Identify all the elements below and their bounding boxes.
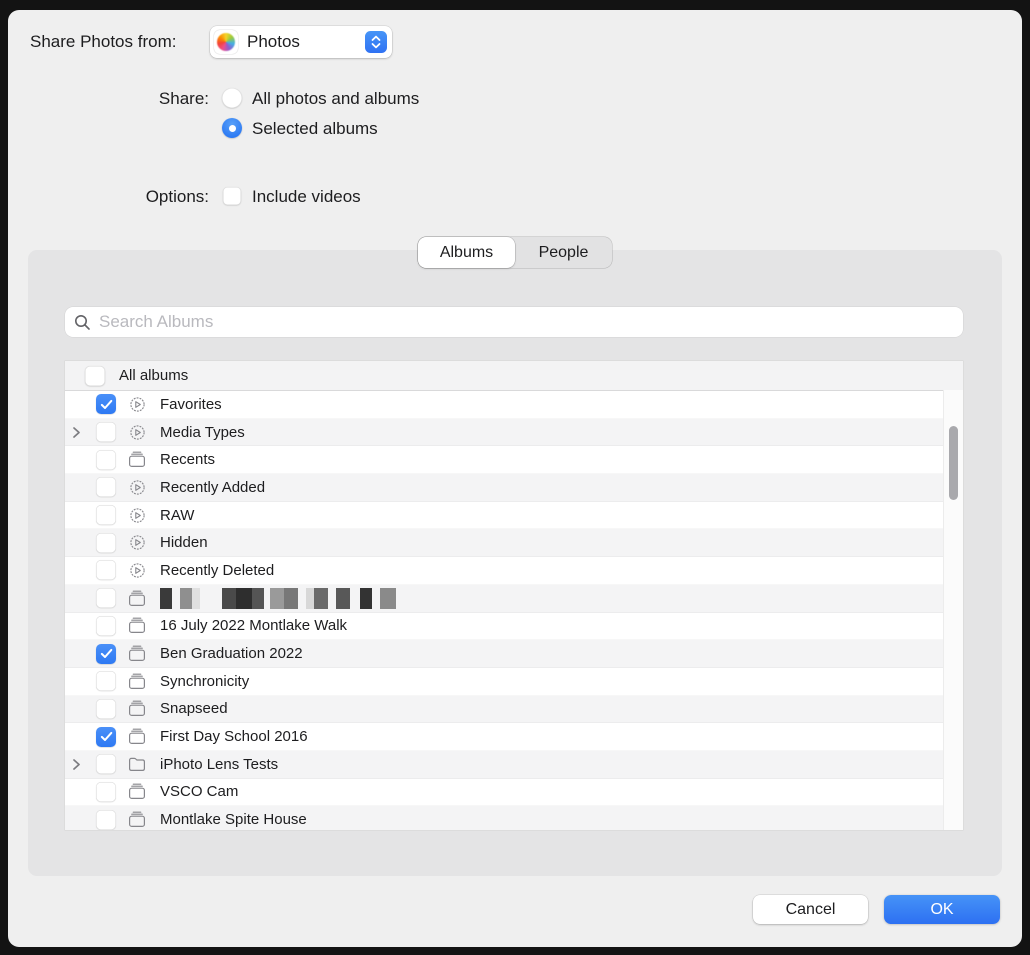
album-checkbox[interactable] bbox=[96, 560, 116, 580]
include-videos-label[interactable]: Include videos bbox=[252, 186, 361, 208]
album-row[interactable]: Media Types bbox=[65, 419, 943, 447]
album-icon bbox=[127, 700, 147, 717]
album-checkbox[interactable] bbox=[96, 644, 116, 664]
album-checkbox[interactable] bbox=[96, 699, 116, 719]
popup-selected-value: Photos bbox=[247, 32, 365, 52]
folder-icon bbox=[127, 757, 147, 772]
album-checkbox[interactable] bbox=[96, 671, 116, 691]
album-row[interactable]: 16 July 2022 Montlake Walk bbox=[65, 613, 943, 641]
share-label: Share: bbox=[8, 88, 209, 110]
album-checkbox[interactable] bbox=[96, 810, 116, 830]
share-photos-dialog: Share Photos from: Photos Share: All pho… bbox=[8, 10, 1022, 947]
smart-album-icon bbox=[127, 424, 147, 441]
tab-people[interactable]: People bbox=[515, 237, 612, 268]
album-row[interactable]: VSCO Cam bbox=[65, 779, 943, 807]
album-row-label: Ben Graduation 2022 bbox=[160, 645, 303, 662]
album-row[interactable]: Snapseed bbox=[65, 696, 943, 724]
radio-selected-albums[interactable] bbox=[222, 118, 242, 138]
album-checkbox[interactable] bbox=[96, 754, 116, 774]
photos-source-popup[interactable]: Photos bbox=[210, 26, 392, 58]
album-icon bbox=[127, 728, 147, 745]
album-row-label: Recently Added bbox=[160, 479, 265, 496]
scrollbar-thumb[interactable] bbox=[949, 426, 958, 500]
album-row-label: Synchronicity bbox=[160, 673, 249, 690]
disclosure-chevron-icon[interactable] bbox=[72, 426, 82, 439]
album-row-label bbox=[160, 588, 402, 609]
album-checkbox[interactable] bbox=[96, 477, 116, 497]
album-row-label: Snapseed bbox=[160, 700, 228, 717]
album-checkbox[interactable] bbox=[96, 727, 116, 747]
album-row[interactable]: Recently Added bbox=[65, 474, 943, 502]
smart-album-icon bbox=[127, 479, 147, 496]
album-row[interactable]: iPhoto Lens Tests bbox=[65, 751, 943, 779]
all-albums-checkbox[interactable] bbox=[85, 366, 105, 386]
search-input[interactable] bbox=[97, 311, 963, 333]
album-checkbox[interactable] bbox=[96, 588, 116, 608]
search-field bbox=[65, 307, 963, 337]
album-icon bbox=[127, 617, 147, 634]
album-row-label: VSCO Cam bbox=[160, 783, 238, 800]
radio-all-photos-label[interactable]: All photos and albums bbox=[252, 88, 419, 110]
up-down-chevrons-icon bbox=[365, 31, 387, 53]
ok-button[interactable]: OK bbox=[884, 895, 1000, 924]
album-row[interactable] bbox=[65, 585, 943, 613]
photos-app-icon bbox=[214, 30, 238, 54]
albums-people-segmented-control: Albums People bbox=[418, 237, 612, 268]
album-row-label: Favorites bbox=[160, 396, 222, 413]
album-checkbox[interactable] bbox=[96, 422, 116, 442]
include-videos-checkbox[interactable] bbox=[223, 187, 241, 205]
album-row[interactable]: Hidden bbox=[65, 529, 943, 557]
album-icon bbox=[127, 811, 147, 828]
album-checkbox[interactable] bbox=[96, 505, 116, 525]
album-icon bbox=[127, 673, 147, 690]
album-row-label: Hidden bbox=[160, 534, 208, 551]
album-list: All albums Favorites Media Types bbox=[65, 361, 963, 830]
album-row-label: Montlake Spite House bbox=[160, 811, 307, 828]
album-row[interactable]: RAW bbox=[65, 502, 943, 530]
album-row[interactable]: Favorites bbox=[65, 391, 943, 419]
album-icon bbox=[127, 590, 147, 607]
album-rows: Favorites Media Types Recents Recently bbox=[65, 391, 943, 830]
album-checkbox[interactable] bbox=[96, 616, 116, 636]
album-row[interactable]: Synchronicity bbox=[65, 668, 943, 696]
album-row[interactable]: Ben Graduation 2022 bbox=[65, 640, 943, 668]
album-row[interactable]: Montlake Spite House bbox=[65, 806, 943, 830]
album-checkbox[interactable] bbox=[96, 394, 116, 414]
album-row[interactable]: Recently Deleted bbox=[65, 557, 943, 585]
scrollbar-track[interactable] bbox=[943, 390, 963, 830]
smart-album-icon bbox=[127, 534, 147, 551]
disclosure-chevron-icon[interactable] bbox=[72, 758, 82, 771]
album-row-label: Media Types bbox=[160, 424, 245, 441]
album-row-label: 16 July 2022 Montlake Walk bbox=[160, 617, 347, 634]
album-checkbox[interactable] bbox=[96, 450, 116, 470]
album-checkbox[interactable] bbox=[96, 782, 116, 802]
album-checkbox[interactable] bbox=[96, 533, 116, 553]
album-row[interactable]: Recents bbox=[65, 446, 943, 474]
all-albums-label: All albums bbox=[119, 367, 188, 384]
cancel-button[interactable]: Cancel bbox=[753, 895, 868, 924]
smart-album-icon bbox=[127, 562, 147, 579]
album-row[interactable]: First Day School 2016 bbox=[65, 723, 943, 751]
smart-album-icon bbox=[127, 507, 147, 524]
album-row-label: Recents bbox=[160, 451, 215, 468]
tab-albums[interactable]: Albums bbox=[418, 237, 515, 268]
redacted-album-name bbox=[160, 588, 402, 609]
album-icon bbox=[127, 451, 147, 468]
album-row-label: Recently Deleted bbox=[160, 562, 274, 579]
options-label: Options: bbox=[8, 186, 209, 208]
album-row-label: RAW bbox=[160, 507, 194, 524]
album-icon bbox=[127, 645, 147, 662]
album-icon bbox=[127, 783, 147, 800]
smart-album-icon bbox=[127, 396, 147, 413]
radio-selected-albums-label[interactable]: Selected albums bbox=[252, 118, 378, 140]
album-row-label: First Day School 2016 bbox=[160, 728, 308, 745]
album-row-label: iPhoto Lens Tests bbox=[160, 756, 278, 773]
search-icon bbox=[74, 314, 91, 331]
share-photos-from-label: Share Photos from: bbox=[30, 31, 176, 53]
radio-all-photos-and-albums[interactable] bbox=[222, 88, 242, 108]
album-list-header: All albums bbox=[65, 361, 963, 391]
